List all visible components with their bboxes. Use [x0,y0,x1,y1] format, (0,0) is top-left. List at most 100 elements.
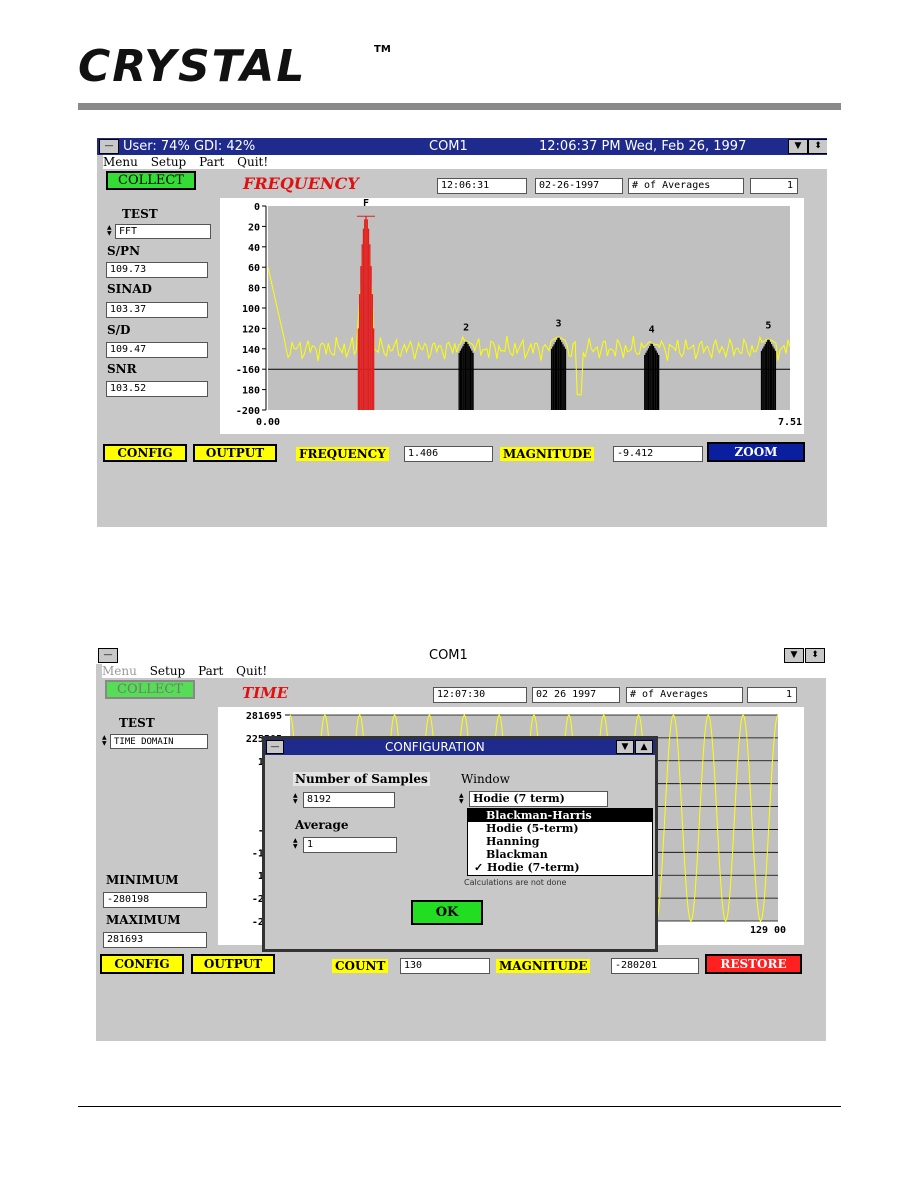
metric-label-spn: S/PN [107,244,141,258]
menu-item-setup[interactable]: Setup [150,664,186,678]
window-option[interactable]: Hodie (5-term) [468,822,652,835]
time-field: 12:06:31 [437,178,527,194]
window-option[interactable]: Blackman-Harris [468,809,652,822]
samples-spinner-icon[interactable]: ▲ ▼ [293,793,299,805]
maximum-value: 281693 [103,932,207,948]
peak-label: 2 [463,323,469,334]
average-spinner-icon[interactable]: ▲ ▼ [293,838,299,850]
configuration-dialog: — CONFIGURATION ▼ ▲ Number of Samples ▲ ▼… [262,736,658,952]
x-tick-label: 7.51 [778,417,802,428]
peak-label: 5 [765,321,771,332]
maximize-button[interactable]: ⬍ [808,139,827,154]
window-titlebar-inactive: — COM1 ▼ ⬍ [96,647,826,664]
clock-display: 12:06:37 PM Wed, Feb 26, 1997 [539,139,747,154]
collect-button[interactable]: COLLECT [106,171,196,190]
maximum-label: MAXIMUM [106,913,181,927]
output-button[interactable]: OUTPUT [193,444,277,462]
y-tick-label: 281695 [246,711,282,722]
average-label: Average [295,818,349,832]
mode-title: FREQUENCY [243,174,359,193]
system-menu-button[interactable]: — [99,139,119,154]
trademark-symbol: TM [374,44,391,55]
menu-item-quit[interactable]: Quit! [236,664,267,678]
y-tick-label: 140 [242,345,260,356]
config-button[interactable]: CONFIG [100,954,184,974]
metric-value-snr: 103.52 [106,381,208,397]
test-select[interactable]: FFT [115,224,211,239]
metric-label-snr: SNR [107,362,137,376]
dialog-status-text: Calculations are not done [464,878,567,887]
peak-label: F [363,198,369,209]
minimum-label: MINIMUM [106,873,179,887]
menu-item-part[interactable]: Part [199,155,224,169]
averages-value[interactable]: 1 [747,687,797,703]
date-field: 02-26-1997 [535,178,623,194]
y-tick-label: 20 [248,222,260,233]
peak-label: 4 [649,325,655,336]
magnitude-readout-value: -9.412 [613,446,703,462]
menu-item-part[interactable]: Part [198,664,223,678]
metric-label-sd: S/D [107,323,131,337]
output-button[interactable]: OUTPUT [191,954,275,974]
frequency-readout-value: 1.406 [404,446,493,462]
menu-item-menu[interactable]: Menu [103,155,138,169]
zoom-button[interactable]: ZOOM [707,442,805,462]
y-tick-label: -160 [236,365,260,376]
dialog-maximize-button[interactable]: ▲ [635,740,653,754]
crystal-logo: CRYSTAL TM [78,44,391,89]
test-select[interactable]: TIME DOMAIN [110,734,208,749]
menu-item-menu[interactable]: Menu [102,664,137,678]
average-field[interactable]: 1 [303,837,397,853]
logo-wordmark: CRYSTAL [78,41,307,92]
window-option[interactable]: Hanning [468,835,652,848]
dialog-title: CONFIGURATION [385,740,485,754]
menu-bar: Menu Setup Part Quit! [103,155,833,169]
ok-button[interactable]: OK [411,900,483,925]
footer-rule [78,1106,841,1107]
window-dropdown-list: Blackman-Harris Hodie (5-term) Hanning B… [467,808,653,876]
metric-value-spn: 109.73 [106,262,208,278]
y-tick-label: 80 [248,284,260,295]
minimum-value: -280198 [103,892,207,908]
restore-button[interactable]: RESTORE [705,954,802,974]
frequency-readout-label: FREQUENCY [296,447,389,461]
magnitude-readout-value: -280201 [611,958,699,974]
count-readout-value: 130 [400,958,490,974]
x-tick-label: 129 00 [750,925,786,936]
dialog-minimize-button[interactable]: ▼ [616,740,634,754]
system-menu-button[interactable]: — [98,648,118,663]
frequency-window: — User: 74% GDI: 42% COM1 12:06:37 PM We… [97,138,833,527]
window-option[interactable]: Blackman [468,848,652,861]
y-tick-label: 180 [242,386,260,397]
metric-label-sinad: SINAD [107,282,152,296]
date-field: 02 26 1997 [532,687,620,703]
menu-item-setup[interactable]: Setup [151,155,187,169]
menu-bar: Menu Setup Part Quit! [102,664,832,678]
collect-button[interactable]: COLLECT [105,680,195,699]
time-window: — COM1 ▼ ⬍ Menu Setup Part Quit! COLLECT… [96,647,832,1041]
y-tick-label: 120 [242,324,260,335]
minimize-button[interactable]: ▼ [784,648,804,663]
spinner-icon[interactable]: ▲ ▼ [102,735,108,747]
maximize-button[interactable]: ⬍ [805,648,825,663]
magnitude-readout-label: MAGNITUDE [500,447,595,461]
test-label: TEST [119,716,155,730]
window-select[interactable]: Hodie (7 term) [469,791,608,807]
window-option-selected[interactable]: ✓ Hodie (7-term) [468,861,652,874]
x-tick-label: 0.00 [256,417,280,428]
dialog-titlebar: — CONFIGURATION ▼ ▲ [265,739,655,755]
samples-field[interactable]: 8192 [303,792,395,808]
spinner-icon[interactable]: ▲ ▼ [107,225,113,237]
window-titlebar: — User: 74% GDI: 42% COM1 12:06:37 PM We… [97,138,827,155]
y-tick-label: 100 [242,304,260,315]
dialog-system-menu-button[interactable]: — [266,740,284,754]
time-field: 12:07:30 [433,687,527,703]
menu-item-quit[interactable]: Quit! [237,155,268,169]
mode-title: TIME [242,684,289,702]
window-spinner-icon[interactable]: ▲ ▼ [459,793,465,805]
config-button[interactable]: CONFIG [103,444,187,462]
frequency-chart: 0 20 40 60 80 100 120 140 -160 180 -2000.00 7.51 F 2 3… [236,198,802,428]
averages-value[interactable]: 1 [750,178,798,194]
y-tick-label: 60 [248,263,260,274]
minimize-button[interactable]: ▼ [788,139,808,154]
